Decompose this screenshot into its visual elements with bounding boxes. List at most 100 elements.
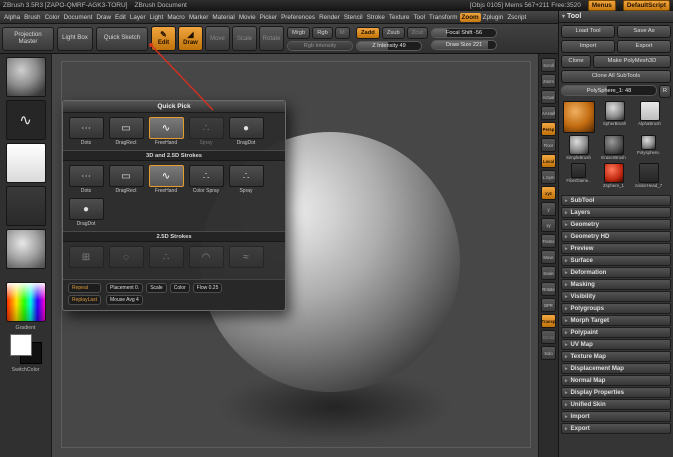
export-button[interactable]: Export (617, 40, 671, 53)
subpalette-bar[interactable]: Geometry (561, 219, 671, 230)
menu-item[interactable]: Material (210, 13, 236, 22)
clone-all-subtools-button[interactable]: Clone All SubTools (561, 70, 671, 83)
menu-item[interactable]: Picker (258, 13, 280, 22)
stroke-option[interactable]: ∴ Spray (228, 165, 264, 194)
menu-item[interactable]: Zscript (505, 13, 528, 22)
subpalette-bar[interactable]: Polypaint (561, 327, 671, 338)
subpalette-bar[interactable]: Unified Skin (561, 399, 671, 410)
stroke-option[interactable]: ∿ FreeHand (148, 117, 184, 146)
paint-mode-button[interactable]: M (334, 26, 350, 39)
subpalette-bar[interactable]: Normal Map (561, 375, 671, 386)
mode-button[interactable]: Rotate (259, 26, 284, 51)
menu-item[interactable]: Layer (128, 13, 148, 22)
right-shelf-button[interactable]: Move (541, 250, 556, 264)
texture-selector-thumbnail[interactable] (5, 186, 46, 226)
color-picker[interactable] (5, 282, 46, 322)
subpalette-bar[interactable]: Surface (561, 255, 671, 266)
sculpt-mode-button[interactable]: Zadd (356, 26, 380, 39)
menu-item[interactable]: Brush (22, 13, 42, 22)
sculpt-mode-button[interactable]: Zsub (381, 26, 405, 39)
menu-item[interactable]: Color (43, 13, 62, 22)
right-shelf-button[interactable]: xy (541, 218, 556, 232)
mouse-avg-slider[interactable]: Mouse Avg 4 (106, 295, 143, 305)
subpalette-bar[interactable]: SubTool (561, 195, 671, 206)
color-button[interactable]: Color (169, 283, 190, 293)
right-shelf-button[interactable]: Local (541, 154, 556, 168)
right-shelf-button[interactable]: Scale (541, 266, 556, 280)
right-shelf-button[interactable]: Scroll (541, 58, 556, 72)
mode-button[interactable]: Move (205, 26, 230, 51)
r-button[interactable]: R (659, 85, 671, 98)
scale-button[interactable]: Scale (146, 283, 167, 293)
placement-slider[interactable]: Placement 0. (106, 283, 144, 293)
menu-item[interactable]: Stencil (342, 13, 365, 22)
main-color-swatch[interactable] (9, 334, 32, 356)
right-shelf-button[interactable]: xyz (541, 186, 556, 200)
stroke-option[interactable]: ⋯ Dots (68, 117, 104, 146)
right-shelf-button[interactable]: Ghost (541, 330, 556, 344)
stroke-option[interactable]: ◌ (108, 246, 144, 275)
switch-color-widget[interactable] (8, 334, 44, 364)
stroke-option[interactable]: ≈ (228, 246, 264, 275)
right-shelf-button[interactable]: Actual (541, 90, 556, 104)
right-shelf-button[interactable]: y (541, 202, 556, 216)
menu-item[interactable]: Edit (113, 13, 128, 22)
menu-item[interactable]: Movie (237, 13, 258, 22)
rgb-intensity-slider[interactable]: Rgb Intensity (287, 40, 353, 51)
menu-item[interactable]: Marker (187, 13, 211, 22)
tool-thumbnail[interactable]: SpherBrush (598, 101, 631, 127)
menu-item[interactable]: Texture (387, 13, 412, 22)
light-box-button[interactable]: Light Box (57, 26, 93, 51)
menu-item[interactable]: Stroke (365, 13, 387, 22)
load-tool-button[interactable]: Load Tool (561, 25, 615, 38)
import-button[interactable]: Import (561, 40, 615, 53)
stroke-option[interactable]: ▭ DragRect (108, 165, 144, 194)
subpalette-bar[interactable]: Import (561, 411, 671, 422)
mode-button[interactable]: Scale (232, 26, 257, 51)
tool-thumbnail[interactable]: EraserBrush (597, 135, 630, 161)
stroke-option[interactable]: ● DragDot (68, 198, 104, 227)
draw-size-slider[interactable]: Draw Size 221 (431, 39, 498, 50)
right-shelf-button[interactable]: BPR (541, 298, 556, 312)
stroke-option[interactable]: ⊞ (68, 246, 104, 275)
right-shelf-button[interactable]: Persp (541, 122, 556, 136)
mode-button[interactable]: ◢ Draw (178, 26, 203, 51)
tool-thumbnail[interactable]: Polysphere. (632, 135, 665, 156)
stroke-option[interactable]: ∴ Spray (188, 117, 224, 146)
subpalette-bar[interactable]: Masking (561, 279, 671, 290)
subpalette-bar[interactable]: Displacement Map (561, 363, 671, 374)
subpalette-bar[interactable]: Preview (561, 243, 671, 254)
tool-thumbnail[interactable]: Zsphere_1 (597, 163, 630, 189)
tool-thumbnail[interactable]: AlphaBrush (633, 101, 666, 127)
stroke-option[interactable]: ◠ (188, 246, 224, 275)
menu-item[interactable]: Light (148, 13, 166, 22)
paint-mode-button[interactable]: Rgb (312, 26, 333, 39)
subpalette-bar[interactable]: Morph Target (561, 315, 671, 326)
menu-item[interactable]: Tool (411, 13, 427, 22)
stroke-option[interactable]: ● DragDot (228, 117, 264, 146)
menu-item[interactable]: Preferences (279, 13, 317, 22)
tool-palette-header[interactable]: ▾ Tool (559, 11, 673, 23)
menu-item[interactable]: Draw (94, 13, 113, 22)
material-selector-thumbnail[interactable] (5, 229, 46, 269)
focal-shift-slider[interactable]: Focal Shift -56 (431, 27, 498, 38)
quick-sketch-button[interactable]: Quick Sketch (96, 26, 148, 51)
menu-item[interactable]: Zoom (459, 12, 481, 22)
right-shelf-button[interactable]: Zoom (541, 74, 556, 88)
subpalette-bar[interactable]: Texture Map (561, 351, 671, 362)
subpalette-bar[interactable]: Visibility (561, 291, 671, 302)
right-shelf-button[interactable]: Floor (541, 138, 556, 152)
z-intensity-slider[interactable]: Z Intensity 49 (356, 40, 422, 51)
mode-button[interactable]: ✎ Edit (151, 26, 176, 51)
tool-thumbnail[interactable] (562, 101, 596, 133)
menu-item[interactable]: Alpha (2, 13, 22, 22)
make-polymesh3d-button[interactable]: Make PolyMesh3D (593, 55, 671, 68)
menu-item[interactable]: Document (62, 13, 95, 22)
stroke-option[interactable]: ▭ DragRect (108, 117, 144, 146)
subpalette-bar[interactable]: UV Map (561, 339, 671, 350)
right-shelf-button[interactable]: Rotate (541, 282, 556, 296)
stroke-option[interactable]: ∴ Color Spray (188, 165, 224, 194)
subpalette-bar[interactable]: Geometry HD (561, 231, 671, 242)
right-shelf-button[interactable]: Frame (541, 234, 556, 248)
right-shelf-button[interactable]: AAHalf (541, 106, 556, 120)
